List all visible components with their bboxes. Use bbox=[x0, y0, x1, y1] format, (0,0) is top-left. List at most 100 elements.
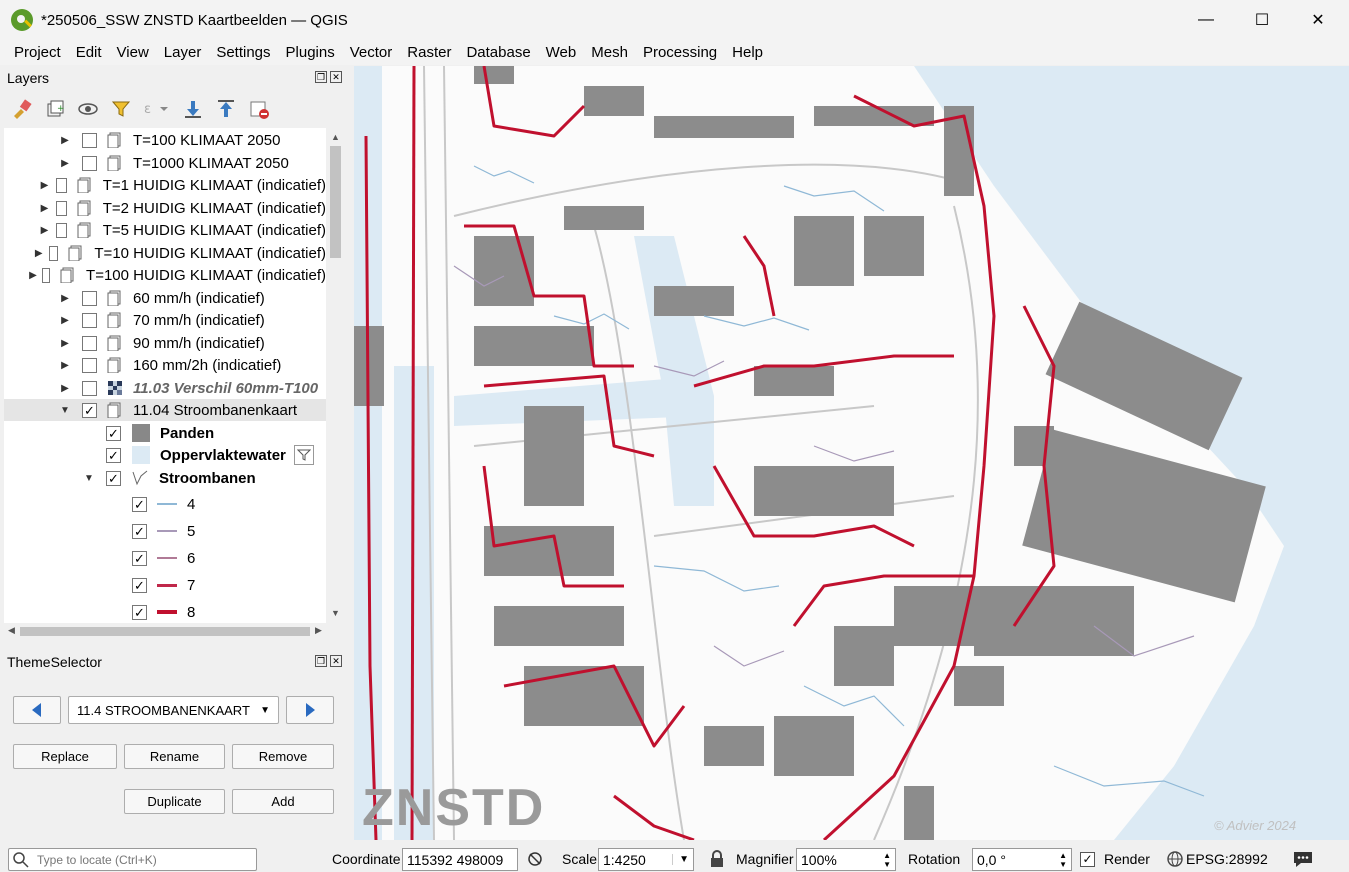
layer-checkbox[interactable] bbox=[42, 267, 51, 283]
layer-row[interactable]: ▶ T=5 HUIDIG KLIMAAT (indicatief) bbox=[4, 219, 326, 241]
legend-checkbox[interactable]: ✓ bbox=[132, 550, 147, 566]
filter-expression-icon[interactable]: ε bbox=[142, 97, 172, 121]
layer-checkbox[interactable] bbox=[82, 312, 97, 328]
crs-label[interactable]: EPSG:28992 bbox=[1186, 851, 1268, 867]
layer-checkbox[interactable] bbox=[82, 132, 97, 148]
scroll-up-icon[interactable]: ▲ bbox=[331, 132, 340, 142]
legend-row[interactable]: ✓ 7 bbox=[4, 572, 326, 598]
legend-checkbox[interactable]: ✓ bbox=[132, 577, 147, 593]
visibility-icon[interactable] bbox=[76, 97, 100, 121]
rename-button[interactable]: Rename bbox=[124, 744, 225, 769]
magnifier-spinbox[interactable]: 100% ▲ ▼ bbox=[796, 848, 896, 871]
menu-web[interactable]: Web bbox=[539, 44, 585, 61]
float-panel-icon[interactable]: ❐ bbox=[315, 71, 327, 83]
scroll-left-icon[interactable]: ◀ bbox=[8, 625, 15, 636]
menu-processing[interactable]: Processing bbox=[636, 44, 725, 61]
expand-arrow-icon[interactable]: ▶ bbox=[60, 383, 70, 394]
scale-dropdown[interactable]: 1:4250 ▼ bbox=[598, 848, 694, 871]
layer-checkbox[interactable]: ✓ bbox=[106, 425, 121, 441]
layer-row[interactable]: ▶ 11.03 Verschil 60mm-T100 bbox=[4, 377, 326, 399]
expand-arrow-icon[interactable]: ▶ bbox=[41, 225, 49, 236]
add-button[interactable]: Add bbox=[232, 789, 334, 814]
collapse-arrow-icon[interactable]: ▼ bbox=[60, 405, 70, 416]
legend-row[interactable]: ✓ 5 bbox=[4, 518, 326, 544]
layer-tree-vscrollbar[interactable]: ▲ ▼ bbox=[327, 128, 344, 623]
legend-row[interactable]: ✓ 6 bbox=[4, 545, 326, 571]
legend-checkbox[interactable]: ✓ bbox=[132, 523, 147, 539]
coordinate-field[interactable]: 115392 498009 bbox=[402, 848, 518, 871]
expand-arrow-icon[interactable]: ▶ bbox=[41, 203, 49, 214]
expand-arrow-icon[interactable]: ▶ bbox=[35, 248, 43, 259]
scroll-down-icon[interactable]: ▼ bbox=[331, 608, 340, 618]
remove-button[interactable]: Remove bbox=[232, 744, 334, 769]
previous-theme-button[interactable] bbox=[13, 696, 61, 724]
float-panel-icon[interactable]: ❐ bbox=[315, 655, 327, 667]
menu-settings[interactable]: Settings bbox=[209, 44, 278, 61]
menu-project[interactable]: Project bbox=[7, 44, 69, 61]
remove-layer-icon[interactable] bbox=[247, 97, 271, 121]
render-checkbox[interactable]: ✓ bbox=[1080, 852, 1095, 867]
close-panel-icon[interactable]: ✕ bbox=[330, 655, 342, 667]
lock-scale-icon[interactable] bbox=[709, 850, 725, 871]
layer-row-selected[interactable]: ▼ ✓ 11.04 Stroombanenkaart bbox=[4, 399, 326, 421]
layer-row[interactable]: ▶ 90 mm/h (indicatief) bbox=[4, 332, 326, 354]
expand-arrow-icon[interactable]: ▶ bbox=[60, 315, 70, 326]
filter-icon[interactable] bbox=[293, 445, 314, 465]
sublayer-row[interactable]: ✓ Panden bbox=[4, 422, 326, 444]
close-panel-icon[interactable]: ✕ bbox=[330, 71, 342, 83]
menu-plugins[interactable]: Plugins bbox=[279, 44, 343, 61]
layer-row[interactable]: ▶ 70 mm/h (indicatief) bbox=[4, 309, 326, 331]
expand-arrow-icon[interactable]: ▶ bbox=[60, 158, 70, 169]
layer-checkbox[interactable]: ✓ bbox=[106, 470, 121, 486]
layer-row[interactable]: ▶ T=100 KLIMAAT 2050 bbox=[4, 129, 326, 151]
layer-checkbox[interactable] bbox=[56, 222, 67, 238]
layer-row[interactable]: ▶ T=1000 KLIMAAT 2050 bbox=[4, 152, 326, 174]
menu-view[interactable]: View bbox=[110, 44, 157, 61]
menu-edit[interactable]: Edit bbox=[69, 44, 110, 61]
scroll-thumb[interactable] bbox=[330, 146, 341, 258]
spinner-arrows-icon[interactable]: ▲ ▼ bbox=[1059, 851, 1067, 869]
collapse-all-icon[interactable] bbox=[214, 97, 238, 121]
theme-dropdown[interactable]: 11.4 STROOMBANENKAART ▼ bbox=[68, 696, 279, 724]
scroll-thumb[interactable] bbox=[20, 627, 310, 636]
layer-checkbox[interactable] bbox=[56, 177, 67, 193]
sublayer-row[interactable]: ✓ Oppervlaktewater bbox=[4, 444, 326, 466]
layer-row[interactable]: ▶ 60 mm/h (indicatief) bbox=[4, 287, 326, 309]
filter-legend-icon[interactable] bbox=[109, 97, 133, 121]
layer-checkbox[interactable] bbox=[82, 290, 97, 306]
scroll-right-icon[interactable]: ▶ bbox=[315, 625, 322, 636]
layer-checkbox[interactable] bbox=[82, 335, 97, 351]
layer-row[interactable]: ▶ T=2 HUIDIG KLIMAAT (indicatief) bbox=[4, 197, 326, 219]
collapse-arrow-icon[interactable]: ▼ bbox=[84, 473, 94, 484]
sublayer-row[interactable]: ▼ ✓ Stroombanen bbox=[4, 467, 326, 489]
rotation-spinbox[interactable]: 0,0 ° ▲ ▼ bbox=[972, 848, 1072, 871]
close-button[interactable]: ✕ bbox=[1290, 0, 1346, 40]
expand-arrow-icon[interactable]: ▶ bbox=[41, 180, 49, 191]
layer-row[interactable]: ▶ T=1 HUIDIG KLIMAAT (indicatief) bbox=[4, 174, 326, 196]
menu-vector[interactable]: Vector bbox=[343, 44, 401, 61]
layer-checkbox[interactable]: ✓ bbox=[106, 447, 121, 463]
spinner-arrows-icon[interactable]: ▲ ▼ bbox=[883, 851, 891, 869]
mouse-position-icon[interactable] bbox=[526, 849, 546, 872]
layer-checkbox[interactable] bbox=[82, 357, 97, 373]
layer-row[interactable]: ▶ T=100 HUIDIG KLIMAAT (indicatief) bbox=[4, 264, 326, 286]
layer-checkbox[interactable] bbox=[82, 155, 97, 171]
next-theme-button[interactable] bbox=[286, 696, 334, 724]
legend-checkbox[interactable]: ✓ bbox=[132, 604, 147, 620]
locator-input[interactable]: Type to locate (Ctrl+K) bbox=[8, 848, 257, 871]
menu-mesh[interactable]: Mesh bbox=[584, 44, 636, 61]
layer-checkbox[interactable] bbox=[82, 380, 97, 396]
add-group-icon[interactable]: + bbox=[43, 97, 67, 121]
menu-layer[interactable]: Layer bbox=[157, 44, 210, 61]
layer-tree-hscrollbar[interactable]: ◀ ▶ bbox=[4, 623, 327, 640]
menu-raster[interactable]: Raster bbox=[400, 44, 459, 61]
layer-checkbox[interactable] bbox=[56, 200, 67, 216]
expand-arrow-icon[interactable]: ▶ bbox=[60, 338, 70, 349]
duplicate-button[interactable]: Duplicate bbox=[124, 789, 225, 814]
maximize-button[interactable]: ☐ bbox=[1234, 0, 1290, 40]
expand-arrow-icon[interactable]: ▶ bbox=[60, 360, 70, 371]
layer-row[interactable]: ▶ T=10 HUIDIG KLIMAAT (indicatief) bbox=[4, 242, 326, 264]
legend-row[interactable]: ✓ 4 bbox=[4, 491, 326, 517]
layer-row[interactable]: ▶ 160 mm/2h (indicatief) bbox=[4, 354, 326, 376]
crs-globe-icon[interactable] bbox=[1166, 850, 1184, 871]
